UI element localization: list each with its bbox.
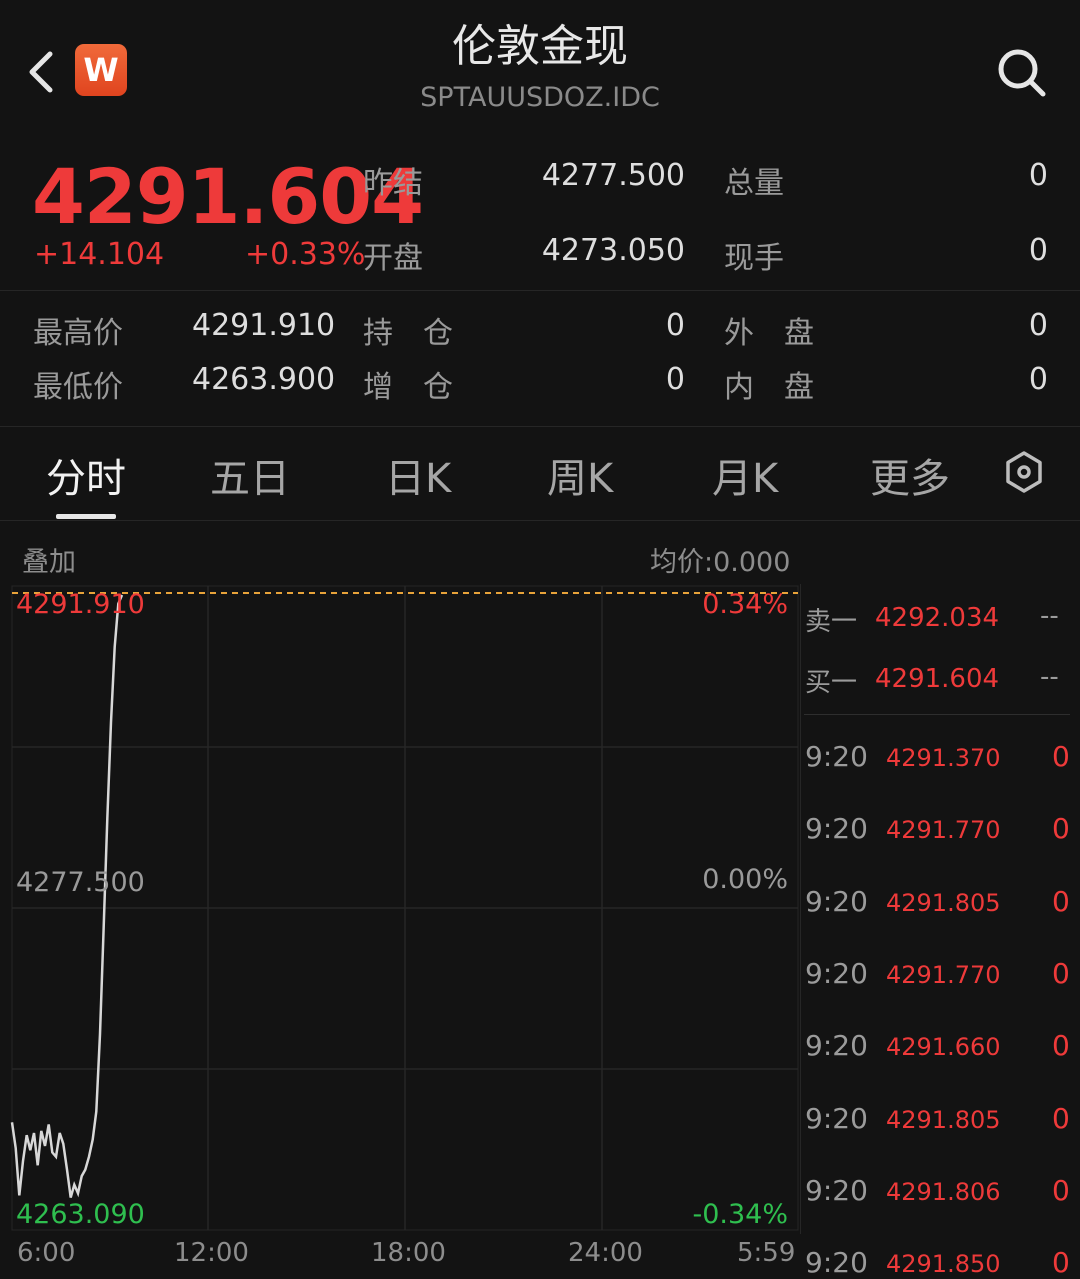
value-low: 4263.900 (192, 362, 336, 397)
value-outer-volume: 0 (1028, 308, 1048, 343)
trade-time: 9:20 (805, 1101, 868, 1135)
x-axis-label: 24:00 (568, 1238, 643, 1268)
trade-time: 9:20 (805, 1173, 868, 1207)
ask-volume: -- (1040, 601, 1059, 631)
value-current-hand: 0 (1028, 233, 1048, 268)
panel-divider (800, 584, 801, 1234)
trade-time: 9:20 (805, 812, 868, 846)
active-tab-indicator (56, 514, 116, 519)
divider (0, 520, 1080, 521)
trade-time: 9:20 (805, 740, 868, 773)
trade-time: 9:20 (805, 1029, 868, 1063)
price-change: +14.104 (34, 237, 165, 272)
label-oi-change: 增 仓 (363, 370, 453, 405)
trade-volume: 0 (1052, 740, 1070, 773)
trade-volume: 0 (1052, 1029, 1070, 1063)
label-open-interest: 持 仓 (363, 316, 453, 351)
tab-monthly-k[interactable]: 月K (712, 446, 778, 504)
y-axis-pct-high: 0.34% (702, 589, 788, 620)
intraday-chart[interactable]: 4291.910 4277.500 4263.090 0.34% 0.00% -… (10, 585, 800, 1263)
x-axis-label: 6:00 (17, 1238, 76, 1268)
y-axis-pct-mid: 0.00% (702, 864, 788, 895)
symbol-code: SPTAUUSDOZ.IDC (420, 82, 660, 113)
label-high: 最高价 (33, 316, 123, 351)
price-change-pct: +0.33% (245, 237, 366, 272)
tab-more[interactable]: 更多 (870, 446, 950, 504)
tab-intraday[interactable]: 分时 (46, 446, 126, 504)
trade-price: 4291.806 (886, 1177, 1001, 1206)
y-axis-label-high: 4291.910 (16, 589, 145, 620)
tab-weekly-k[interactable]: 周K (547, 446, 613, 504)
y-axis-label-low: 4263.090 (16, 1199, 145, 1230)
tab-five-day[interactable]: 五日 (210, 446, 290, 504)
label-low: 最低价 (33, 370, 123, 405)
average-price: 均价:0.000 (650, 547, 791, 578)
value-total-volume: 0 (1028, 158, 1048, 193)
trade-price: 4291.805 (886, 888, 1001, 917)
trade-volume: 0 (1052, 956, 1070, 990)
value-open: 4273.050 (541, 233, 685, 268)
search-icon[interactable] (994, 45, 1050, 101)
chart-grid (11, 585, 799, 1231)
ask-label: 卖一 (805, 607, 858, 637)
trade-price: 4291.660 (886, 1033, 1001, 1062)
page-title: 伦敦金现 (452, 21, 628, 72)
label-open: 开盘 (363, 241, 423, 276)
trade-time: 9:20 (805, 956, 868, 990)
trade-volume: 0 (1052, 1101, 1070, 1135)
trade-time: 9:20 (805, 884, 868, 918)
label-prev-settle: 昨结 (363, 166, 423, 201)
trade-price: 4291.770 (886, 816, 1001, 845)
divider (0, 426, 1080, 427)
value-high: 4291.910 (192, 308, 336, 343)
trade-price: 4291.370 (886, 744, 1001, 772)
divider (0, 290, 1080, 291)
tab-daily-k[interactable]: 日K (385, 446, 451, 504)
overlay-button[interactable]: 叠加 (22, 540, 76, 579)
y-axis-pct-low: -0.34% (692, 1199, 788, 1230)
divider (804, 714, 1070, 715)
x-axis-label: 12:00 (174, 1238, 249, 1268)
trade-price: 4291.770 (886, 960, 1001, 989)
y-axis-label-mid: 4277.500 (16, 867, 145, 898)
trade-volume: 0 (1052, 1173, 1070, 1207)
value-oi-change: 0 (665, 362, 685, 397)
value-prev-settle: 4277.500 (541, 158, 685, 193)
trade-volume: 0 (1052, 812, 1070, 846)
trade-price: 4291.805 (886, 1105, 1001, 1134)
bid-price: 4291.604 (875, 664, 1000, 694)
ask-price: 4292.034 (875, 603, 1000, 633)
x-axis-label: 5:59 (737, 1238, 796, 1268)
label-total-volume: 总量 (724, 166, 784, 201)
label-inner-volume: 内 盘 (724, 370, 814, 405)
label-outer-volume: 外 盘 (724, 316, 814, 351)
bid-volume: -- (1040, 662, 1059, 692)
settings-icon[interactable] (1002, 450, 1046, 494)
trade-price: 4291.850 (886, 1250, 1001, 1279)
value-open-interest: 0 (665, 308, 685, 343)
value-inner-volume: 0 (1028, 362, 1048, 397)
label-current-hand: 现手 (724, 241, 784, 276)
bid-label: 买一 (805, 668, 858, 698)
x-axis-label: 18:00 (371, 1238, 446, 1268)
trade-volume: 0 (1052, 884, 1070, 918)
